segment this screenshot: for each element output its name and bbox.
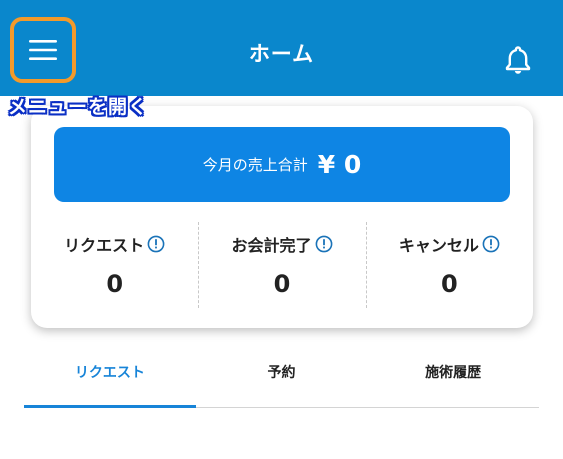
stat-cancel-label: キャンセル (398, 236, 479, 255)
stat-checkout-complete[interactable]: お会計完了 0 (198, 220, 365, 310)
hamburger-menu-icon (29, 40, 57, 60)
stat-requests-label-row: リクエスト (31, 232, 198, 256)
page-title: ホーム (248, 42, 315, 66)
monthly-sales-label: 今月の売上合計 (202, 156, 308, 174)
bell-icon (505, 46, 531, 74)
open-menu-annotation: メニューを開く (8, 96, 149, 118)
stat-checkout-value: 0 (273, 270, 291, 298)
info-icon[interactable] (147, 235, 165, 253)
app-header: ホーム (0, 0, 563, 96)
tab-requests[interactable]: リクエスト (24, 350, 196, 408)
stat-requests-label: リクエスト (64, 236, 145, 255)
tab-treatment-history[interactable]: 施術履歴 (367, 350, 539, 407)
menu-button[interactable] (10, 17, 76, 83)
stat-requests-value: 0 (106, 270, 124, 298)
notification-button[interactable] (498, 40, 538, 80)
stat-cancel[interactable]: キャンセル 0 (365, 220, 533, 310)
info-icon[interactable] (482, 235, 500, 253)
stat-cancel-label-row: キャンセル (366, 232, 533, 256)
info-icon[interactable] (315, 235, 333, 253)
stat-requests[interactable]: リクエスト 0 (31, 220, 198, 310)
monthly-sales-amount: ¥ 0 (317, 150, 362, 179)
monthly-sales-banner[interactable]: 今月の売上合計 ¥ 0 (54, 127, 510, 202)
tab-bar: リクエスト 予約 施術履歴 (24, 350, 539, 408)
stats-row: リクエスト 0 お会計完了 0 キャンセル 0 (31, 220, 533, 310)
tab-reservations[interactable]: 予約 (196, 350, 368, 407)
stat-cancel-value: 0 (440, 270, 458, 298)
stat-checkout-label: お会計完了 (231, 236, 312, 255)
summary-card: 今月の売上合計 ¥ 0 リクエスト 0 お会計完了 0 キャンセル 0 (31, 106, 533, 328)
app-screen: ホーム メニューを開く 今月の売上合計 ¥ 0 リクエスト 0 お会計完了 0 … (0, 0, 563, 459)
stat-checkout-label-row: お会計完了 (198, 232, 365, 256)
